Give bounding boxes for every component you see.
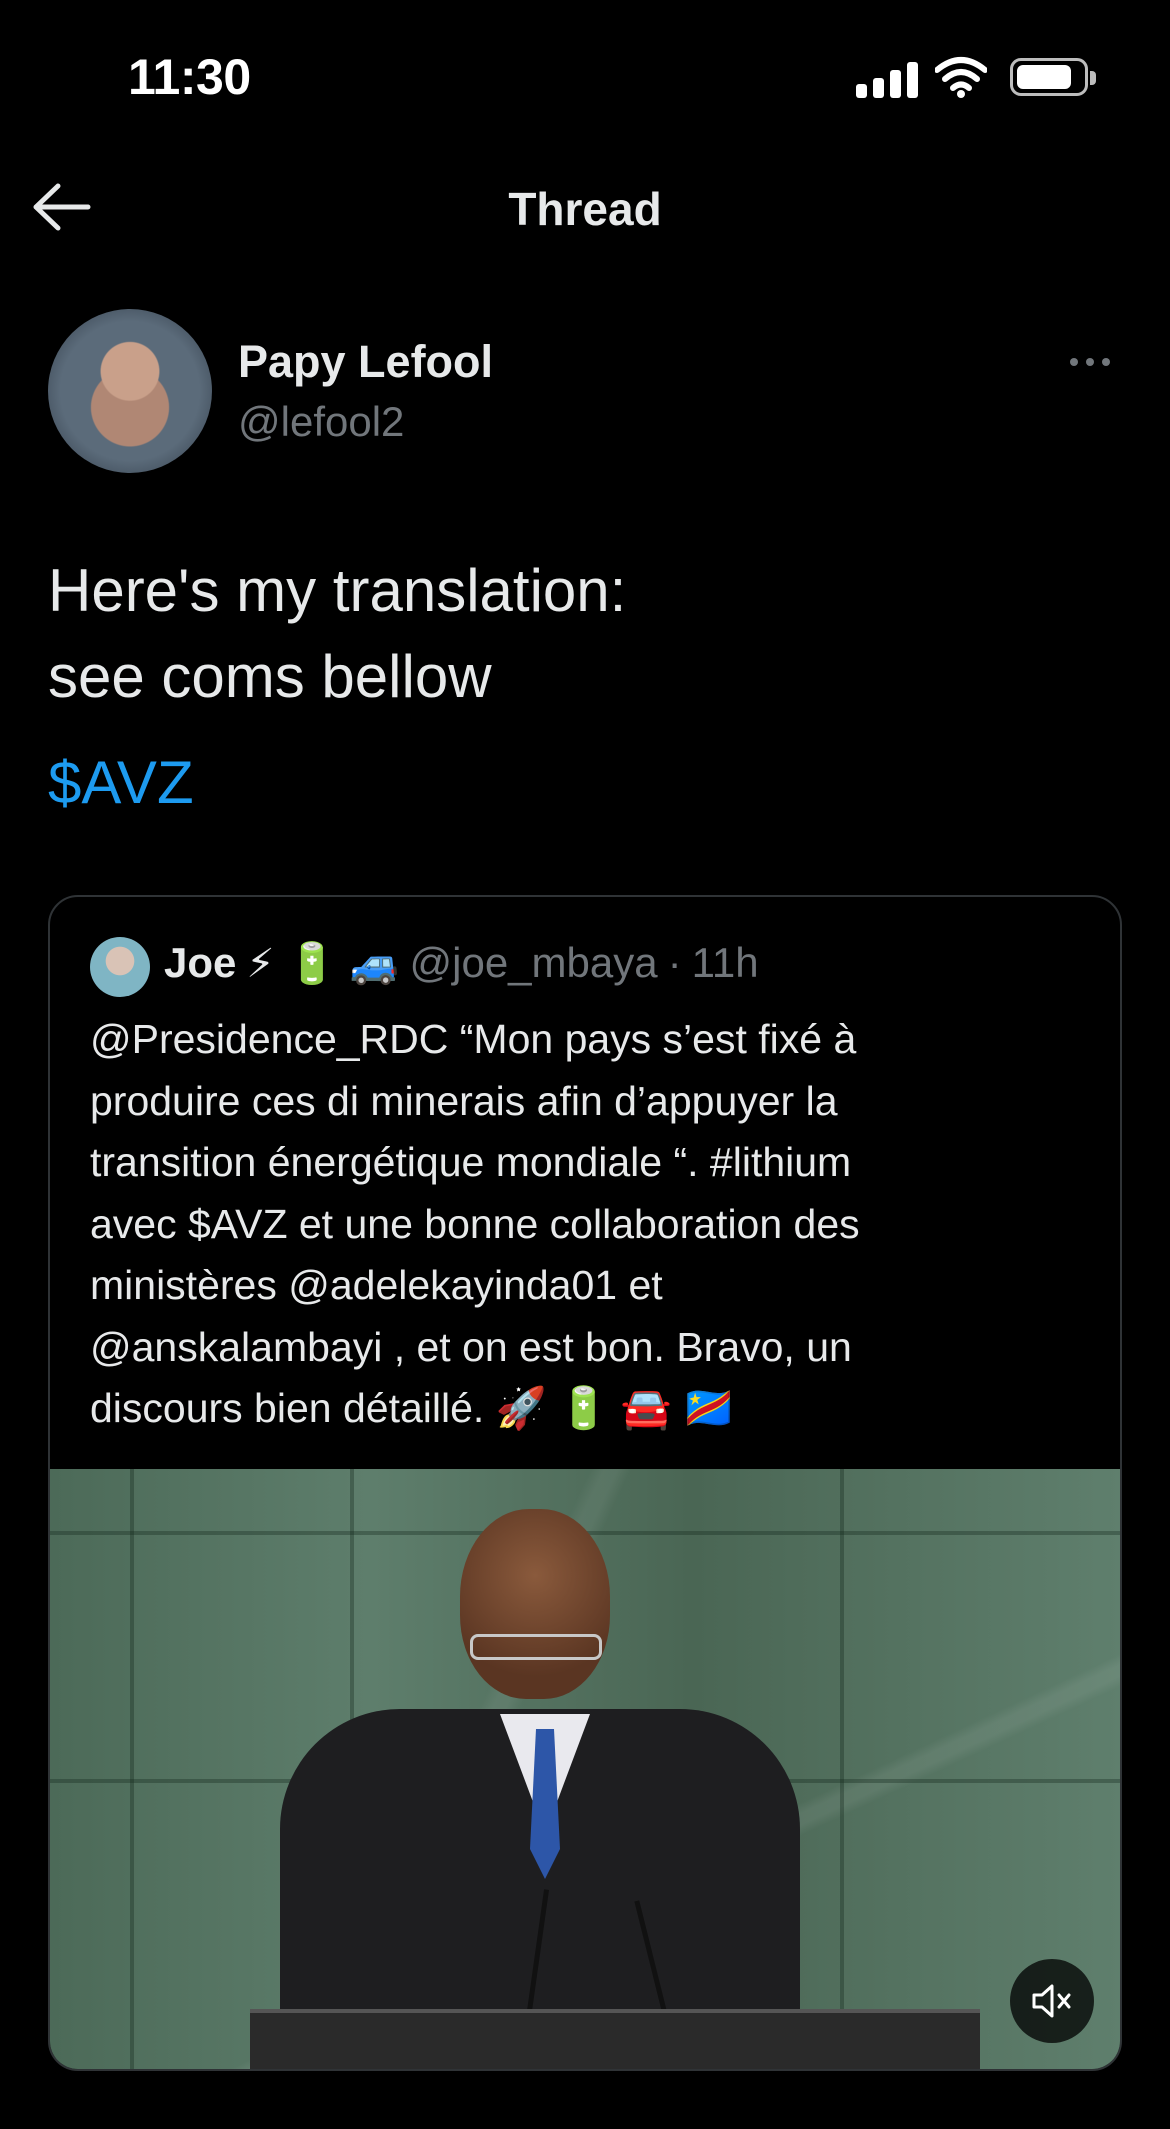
quoted-author-emojis: ⚡ 🔋 🚙 [246,940,400,987]
author-avatar[interactable] [48,309,212,473]
quoted-tweet-text: @Presidence_RDC “Mon pays s’est fixé à p… [90,1016,860,1431]
quoted-tweet-time: 11h [691,939,759,986]
more-options-icon[interactable] [1070,350,1118,374]
status-time: 11:30 [128,49,251,105]
quoted-tweet[interactable]: Joe ⚡ 🔋 🚙 @joe_mbaya · 11h @Presidence_R… [48,895,1122,2071]
quoted-tweet-header: Joe ⚡ 🔋 🚙 @joe_mbaya · 11h [164,939,759,987]
author-name[interactable]: Papy Lefool [238,336,493,388]
author-handle[interactable]: @lefool2 [238,398,404,446]
speaker-muted-icon [1032,1984,1071,2018]
dot-separator: · [667,939,682,986]
quoted-tweet-video[interactable] [50,1469,1120,2069]
speaker-glasses [470,1634,602,1660]
tweet-text: Here's my translation: see coms bellow [48,557,627,710]
quoted-author-avatar [90,937,150,997]
battery-icon [1010,58,1096,96]
speaker-head [460,1509,610,1699]
cashtag-link[interactable]: $AVZ [48,748,194,817]
quoted-author-name: Joe [164,939,237,986]
mute-button[interactable] [1010,1959,1094,2043]
wifi-icon [935,57,987,98]
podium [250,2009,980,2069]
quoted-author-handle: @joe_mbaya [409,939,658,986]
page-title: Thread [508,183,662,235]
cellular-signal-icon [856,58,918,98]
